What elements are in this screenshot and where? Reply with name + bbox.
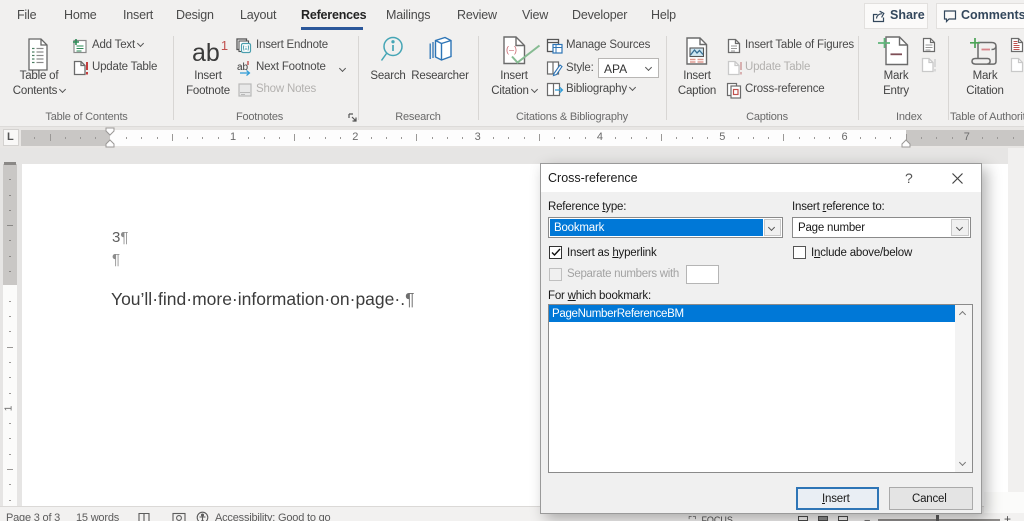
svg-text:(–): (–) xyxy=(506,45,517,55)
